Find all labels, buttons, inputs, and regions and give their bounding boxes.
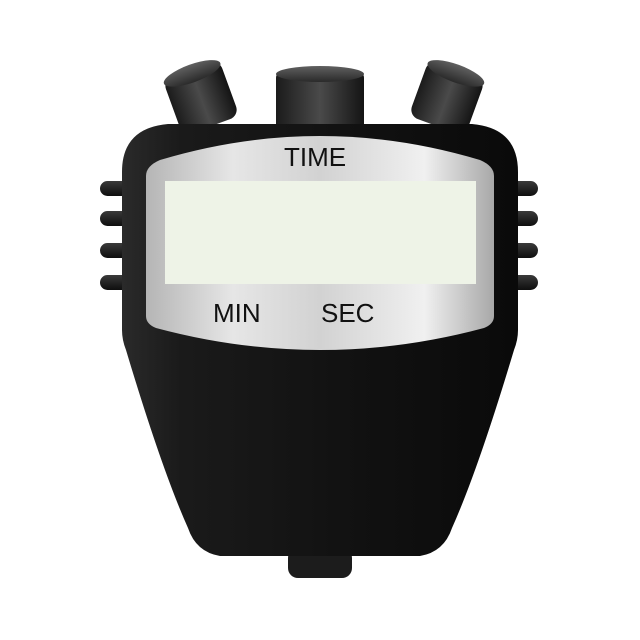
center-button[interactable] [276, 66, 364, 132]
min-label: MIN [213, 298, 261, 328]
stopwatch: TIME MIN SEC [0, 0, 640, 640]
time-label: TIME [284, 142, 347, 172]
lcd-screen [165, 181, 476, 284]
sec-label: SEC [321, 298, 375, 328]
stopwatch-graphic [100, 60, 538, 578]
